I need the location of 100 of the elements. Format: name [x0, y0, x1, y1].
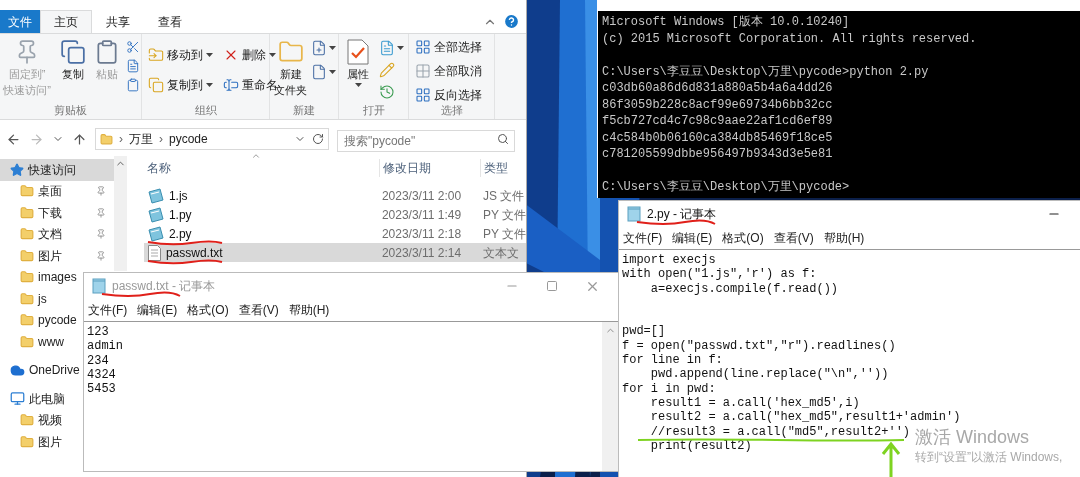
breadcrumb-separator[interactable]: › — [119, 130, 123, 148]
text-line: a=execjs.compile(f.read()) — [649, 281, 839, 296]
nav-item[interactable]: pycode — [0, 309, 79, 331]
folder-icon — [20, 270, 34, 285]
arrow-right-icon — [29, 131, 44, 147]
nav-item[interactable]: 图片 — [0, 245, 114, 267]
column-header[interactable]: 修改日期 — [378, 159, 480, 177]
help-icon — [503, 13, 520, 30]
ribbon-tab[interactable]: 共享 — [92, 10, 144, 33]
dropdown-caret-icon — [329, 70, 336, 74]
refresh-icon — [312, 133, 324, 145]
nav-item[interactable]: js — [0, 288, 49, 310]
menu-item[interactable]: 格式(O) — [187, 301, 229, 319]
nav-item[interactable]: OneDrive — [0, 359, 82, 381]
console-line: C:\Users\李豆豆\Desktop\万里\pycode> — [602, 179, 850, 196]
ribbon-tab[interactable]: 主页 — [40, 10, 92, 33]
text-line: pwd=[] — [622, 324, 666, 339]
folder-icon — [20, 205, 34, 220]
open-button[interactable] — [379, 40, 404, 56]
breadcrumb-item[interactable]: pycode — [169, 130, 208, 148]
console-line: C:\Users\李豆豆\Desktop\万里\pycode>python 2.py — [602, 63, 929, 80]
window-title: passwd.txt - 记事本 — [112, 278, 216, 295]
clipboard-icon — [126, 78, 140, 92]
file-type: PY 文件 — [481, 206, 526, 224]
nav-item[interactable]: www — [0, 331, 66, 353]
forward-button[interactable] — [29, 131, 44, 147]
paste-shortcut-button[interactable] — [126, 78, 140, 92]
help-button[interactable] — [503, 13, 520, 30]
text-line: 123 — [87, 325, 109, 340]
up-button[interactable] — [72, 131, 87, 147]
folder-icon — [20, 227, 34, 242]
ribbon-button[interactable]: 反向选择 — [415, 84, 488, 106]
document-icon — [126, 59, 140, 73]
new-item-button[interactable] — [311, 40, 336, 56]
dropdown-caret-icon — [329, 46, 336, 50]
scissors-icon — [126, 40, 140, 54]
column-header[interactable]: 名称 — [143, 159, 379, 177]
menu-item[interactable]: 文件(F) — [88, 301, 128, 319]
file-row[interactable]: passwd.txt 2023/3/11 2:14 文本文 — [143, 243, 526, 262]
menu-item[interactable]: 文件(F) — [623, 229, 663, 247]
folder-icon — [20, 248, 34, 263]
ribbon-button[interactable]: 全部取消 — [415, 60, 488, 82]
column-header[interactable]: 类型 — [479, 159, 508, 177]
ribbon-group-label: 组织 — [193, 103, 218, 118]
text-line: 4324 — [87, 367, 116, 383]
menu-item[interactable]: 格式(O) — [722, 229, 764, 247]
breadcrumb-item[interactable]: 万里 — [129, 130, 153, 148]
file-row[interactable]: 1.js 2023/3/11 2:00 JS 文件 — [143, 186, 526, 205]
ribbon-tab[interactable]: 查看 — [144, 10, 196, 33]
ribbon-button[interactable]: 删除 — [223, 44, 278, 66]
checkmark-document-icon — [347, 39, 369, 65]
menu-item[interactable]: 查看(V) — [773, 229, 814, 247]
document-icon — [311, 64, 327, 80]
file-row[interactable]: 2.py 2023/3/11 2:18 PY 文件 — [143, 224, 526, 243]
nav-item[interactable]: 图片 — [0, 431, 64, 453]
menu-item[interactable]: 编辑(E) — [672, 229, 713, 247]
ribbon-button[interactable]: 复制 — [58, 34, 88, 97]
menu-item[interactable]: 查看(V) — [238, 301, 279, 319]
pencil-icon — [379, 62, 395, 78]
nav-item[interactable]: 桌面 — [0, 180, 114, 202]
nav-item[interactable]: 视频 — [0, 409, 64, 431]
text-line: import execjs — [622, 253, 716, 268]
search-field[interactable]: 搜索"pycode" — [337, 130, 515, 152]
nav-item[interactable]: images — [0, 266, 79, 288]
file-row[interactable]: 1.py 2023/3/11 1:49 PY 文件 — [143, 205, 526, 224]
dropdown-caret-icon — [354, 83, 362, 87]
cloud-icon — [10, 362, 25, 378]
scrollbar[interactable] — [602, 322, 618, 471]
console-line: f5cb727cd4c7c98c9aae22af1cd6ef89 — [602, 113, 833, 130]
file-type: PY 文件 — [481, 225, 526, 243]
scrollbar[interactable] — [114, 156, 127, 271]
nav-item[interactable]: 此电脑 — [0, 388, 67, 410]
folder-icon — [20, 413, 34, 428]
cut-button[interactable] — [126, 40, 140, 54]
menu-item[interactable]: 编辑(E) — [137, 301, 178, 319]
star-icon — [10, 162, 24, 177]
search-icon — [497, 133, 509, 145]
text-line: result1 = a.call('hex_md5',i) — [649, 395, 860, 411]
nav-item[interactable]: 快速访问 — [0, 159, 114, 181]
file-name: 1.py — [168, 206, 192, 224]
ribbon-button[interactable]: 全部选择 — [415, 36, 488, 58]
ribbon-button[interactable]: 移动到 — [148, 44, 213, 66]
text-line: //result3 = a.call("md5",result2+'') — [649, 424, 911, 439]
dropdown-caret-icon — [206, 83, 213, 87]
nav-item[interactable]: 文档 — [0, 223, 114, 245]
text-line: admin — [87, 339, 123, 354]
copy-path-button[interactable] — [126, 59, 140, 73]
back-button[interactable] — [6, 131, 21, 147]
menu-item[interactable]: 帮助(H) — [823, 229, 865, 247]
activation-title: 激活 Windows — [915, 426, 1031, 448]
ribbon-tab[interactable]: 文件 — [0, 10, 40, 33]
menu-item[interactable]: 帮助(H) — [288, 301, 330, 319]
nav-item[interactable]: 下载 — [0, 202, 114, 224]
address-bar[interactable]: › 万里 › pycode — [95, 128, 329, 150]
activation-hint: 转到“设置”以激活 Windows, — [915, 449, 1063, 466]
ribbon-button[interactable]: 复制到 — [148, 74, 213, 96]
easy-access-button[interactable] — [311, 64, 336, 80]
ribbon-button[interactable]: 属性 — [343, 34, 373, 100]
breadcrumb-separator[interactable]: › — [159, 130, 163, 148]
script-file-icon — [147, 225, 164, 242]
